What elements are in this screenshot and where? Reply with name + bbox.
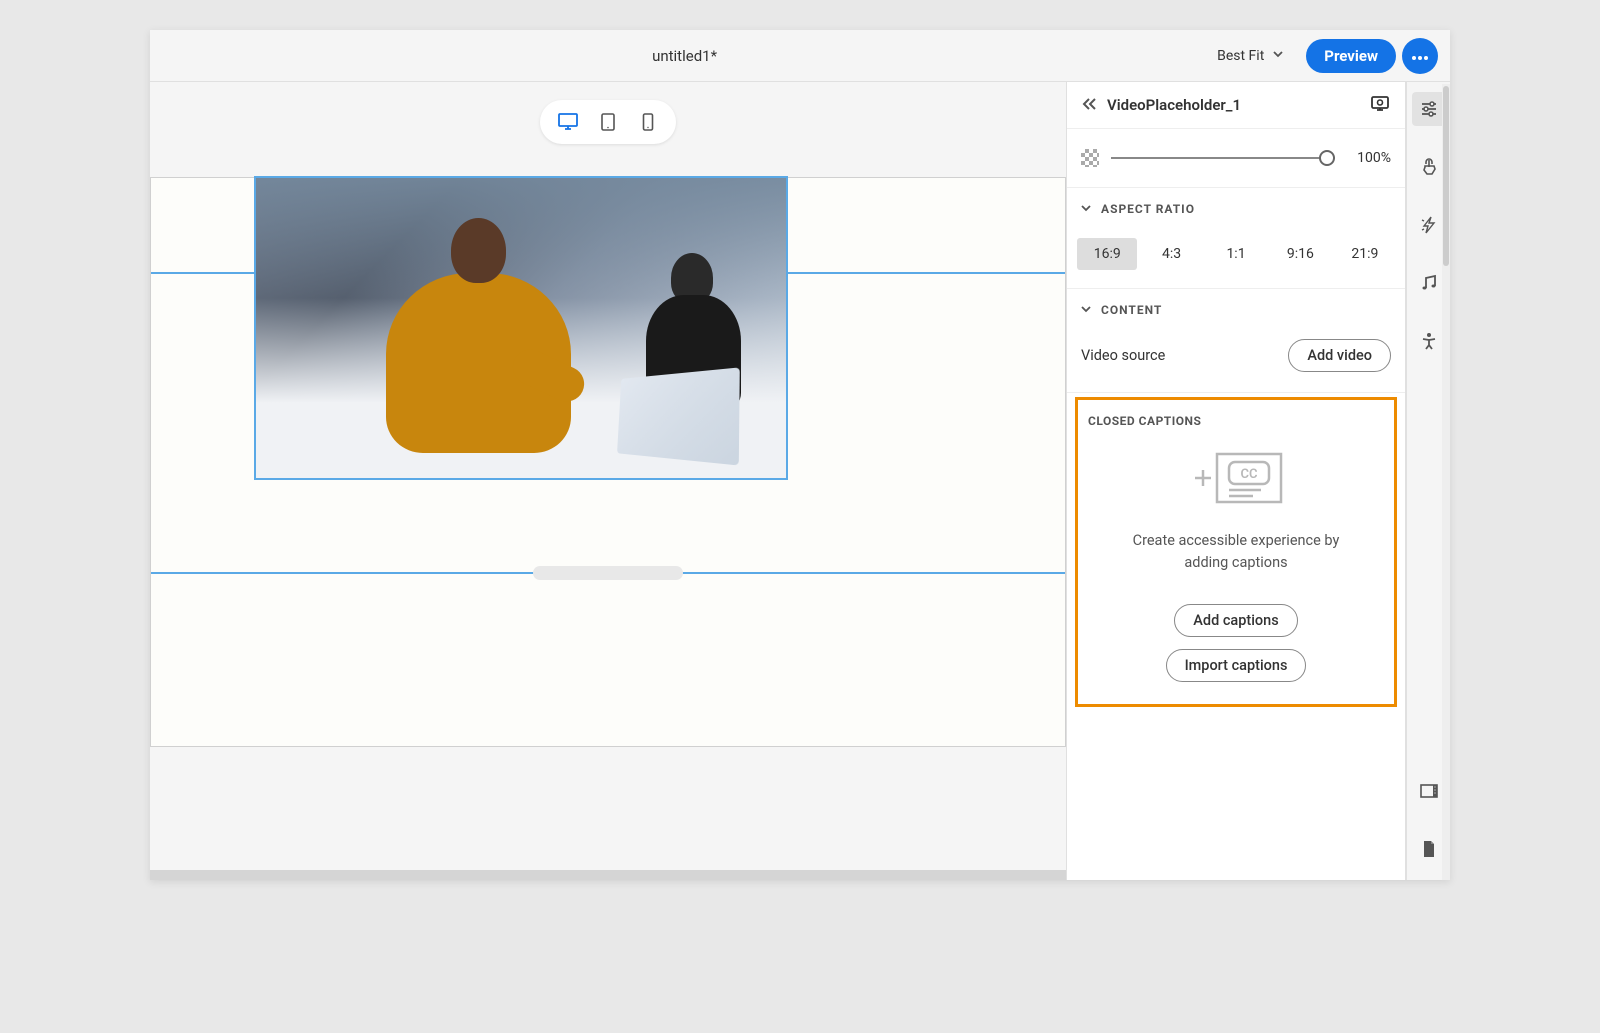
aspect-4-3[interactable]: 4:3 (1141, 238, 1201, 270)
horizontal-scrollbar[interactable] (150, 870, 1066, 880)
ellipsis-icon (1411, 45, 1429, 66)
filmstrip-icon (1420, 784, 1438, 798)
properties-panel: VideoPlaceholder_1 100% ASPECT RATIO (1066, 82, 1406, 880)
accessibility-tab[interactable] (1412, 324, 1446, 358)
closed-captions-section: CLOSED CAPTIONS CC Create accessible exp… (1075, 397, 1397, 707)
aspect-21-9[interactable]: 21:9 (1335, 238, 1395, 270)
animations-tab[interactable] (1412, 208, 1446, 242)
touch-icon (1420, 158, 1438, 176)
device-switcher (540, 100, 676, 144)
video-source-row: Video source Add video (1067, 331, 1405, 392)
aspect-ratio-options: 16:9 4:3 1:1 9:16 21:9 (1067, 230, 1405, 288)
filmstrip-tab[interactable] (1412, 774, 1446, 808)
slider-thumb[interactable] (1319, 150, 1335, 166)
import-captions-button[interactable]: Import captions (1166, 649, 1307, 682)
accessibility-icon (1421, 332, 1437, 350)
aspect-ratio-toggle[interactable]: ASPECT RATIO (1067, 188, 1405, 230)
music-icon (1421, 274, 1437, 292)
chevron-down-icon (1081, 303, 1091, 317)
video-placeholder[interactable] (256, 178, 786, 478)
aspect-ratio-section: ASPECT RATIO 16:9 4:3 1:1 9:16 21:9 (1067, 188, 1405, 289)
zoom-dropdown[interactable]: Best Fit (1207, 42, 1294, 70)
vertical-scrollbar[interactable] (1442, 84, 1450, 880)
chevron-down-icon (1272, 48, 1284, 64)
add-video-button[interactable]: Add video (1288, 339, 1391, 372)
opacity-value: 100% (1347, 150, 1391, 166)
tablet-icon (600, 113, 616, 131)
document-title: untitled1* (162, 47, 1207, 65)
visibility-toggle[interactable] (1369, 94, 1391, 116)
zoom-value: Best Fit (1217, 48, 1264, 64)
slide[interactable] (150, 177, 1066, 747)
document-icon (1422, 840, 1436, 858)
closed-captions-message: Create accessible experience by adding c… (1088, 530, 1384, 574)
chevron-down-icon (1081, 202, 1091, 216)
sliders-icon (1420, 101, 1438, 117)
resize-handle[interactable] (533, 566, 683, 580)
device-tablet-button[interactable] (590, 106, 626, 138)
collapse-panel-button[interactable] (1081, 96, 1097, 115)
closed-captions-title: CLOSED CAPTIONS (1088, 414, 1384, 428)
properties-tab[interactable] (1412, 92, 1446, 126)
selected-object-name: VideoPlaceholder_1 (1107, 96, 1359, 114)
content-label: CONTENT (1101, 303, 1162, 317)
svg-text:CC: CC (1241, 467, 1258, 482)
audio-tab[interactable] (1412, 266, 1446, 300)
closed-captions-icon: CC (1189, 448, 1283, 508)
opacity-slider[interactable] (1111, 157, 1335, 159)
canvas[interactable] (150, 82, 1066, 880)
more-options-button[interactable] (1402, 38, 1438, 74)
mobile-icon (642, 113, 654, 131)
aspect-ratio-label: ASPECT RATIO (1101, 202, 1195, 216)
aspect-9-16[interactable]: 9:16 (1270, 238, 1330, 270)
app-window: untitled1* Best Fit Preview (150, 30, 1450, 880)
content-toggle[interactable]: CONTENT (1067, 289, 1405, 331)
device-mobile-button[interactable] (630, 106, 666, 138)
properties-header: VideoPlaceholder_1 (1067, 82, 1405, 129)
video-source-label: Video source (1081, 347, 1165, 364)
visibility-icon (1369, 94, 1391, 112)
desktop-icon (558, 113, 578, 131)
transparency-icon (1081, 149, 1099, 167)
chevron-left-double-icon (1081, 97, 1097, 111)
notes-tab[interactable] (1412, 832, 1446, 866)
content-section: CONTENT Video source Add video (1067, 289, 1405, 393)
lightning-icon (1421, 216, 1437, 234)
aspect-1-1[interactable]: 1:1 (1206, 238, 1266, 270)
top-bar: untitled1* Best Fit Preview (150, 30, 1450, 82)
aspect-16-9[interactable]: 16:9 (1077, 238, 1137, 270)
opacity-control: 100% (1067, 129, 1405, 188)
video-thumbnail (256, 178, 786, 478)
device-desktop-button[interactable] (550, 106, 586, 138)
preview-button[interactable]: Preview (1306, 39, 1396, 73)
interactions-tab[interactable] (1412, 150, 1446, 184)
add-captions-button[interactable]: Add captions (1174, 604, 1297, 637)
main-area: VideoPlaceholder_1 100% ASPECT RATIO (150, 82, 1450, 880)
